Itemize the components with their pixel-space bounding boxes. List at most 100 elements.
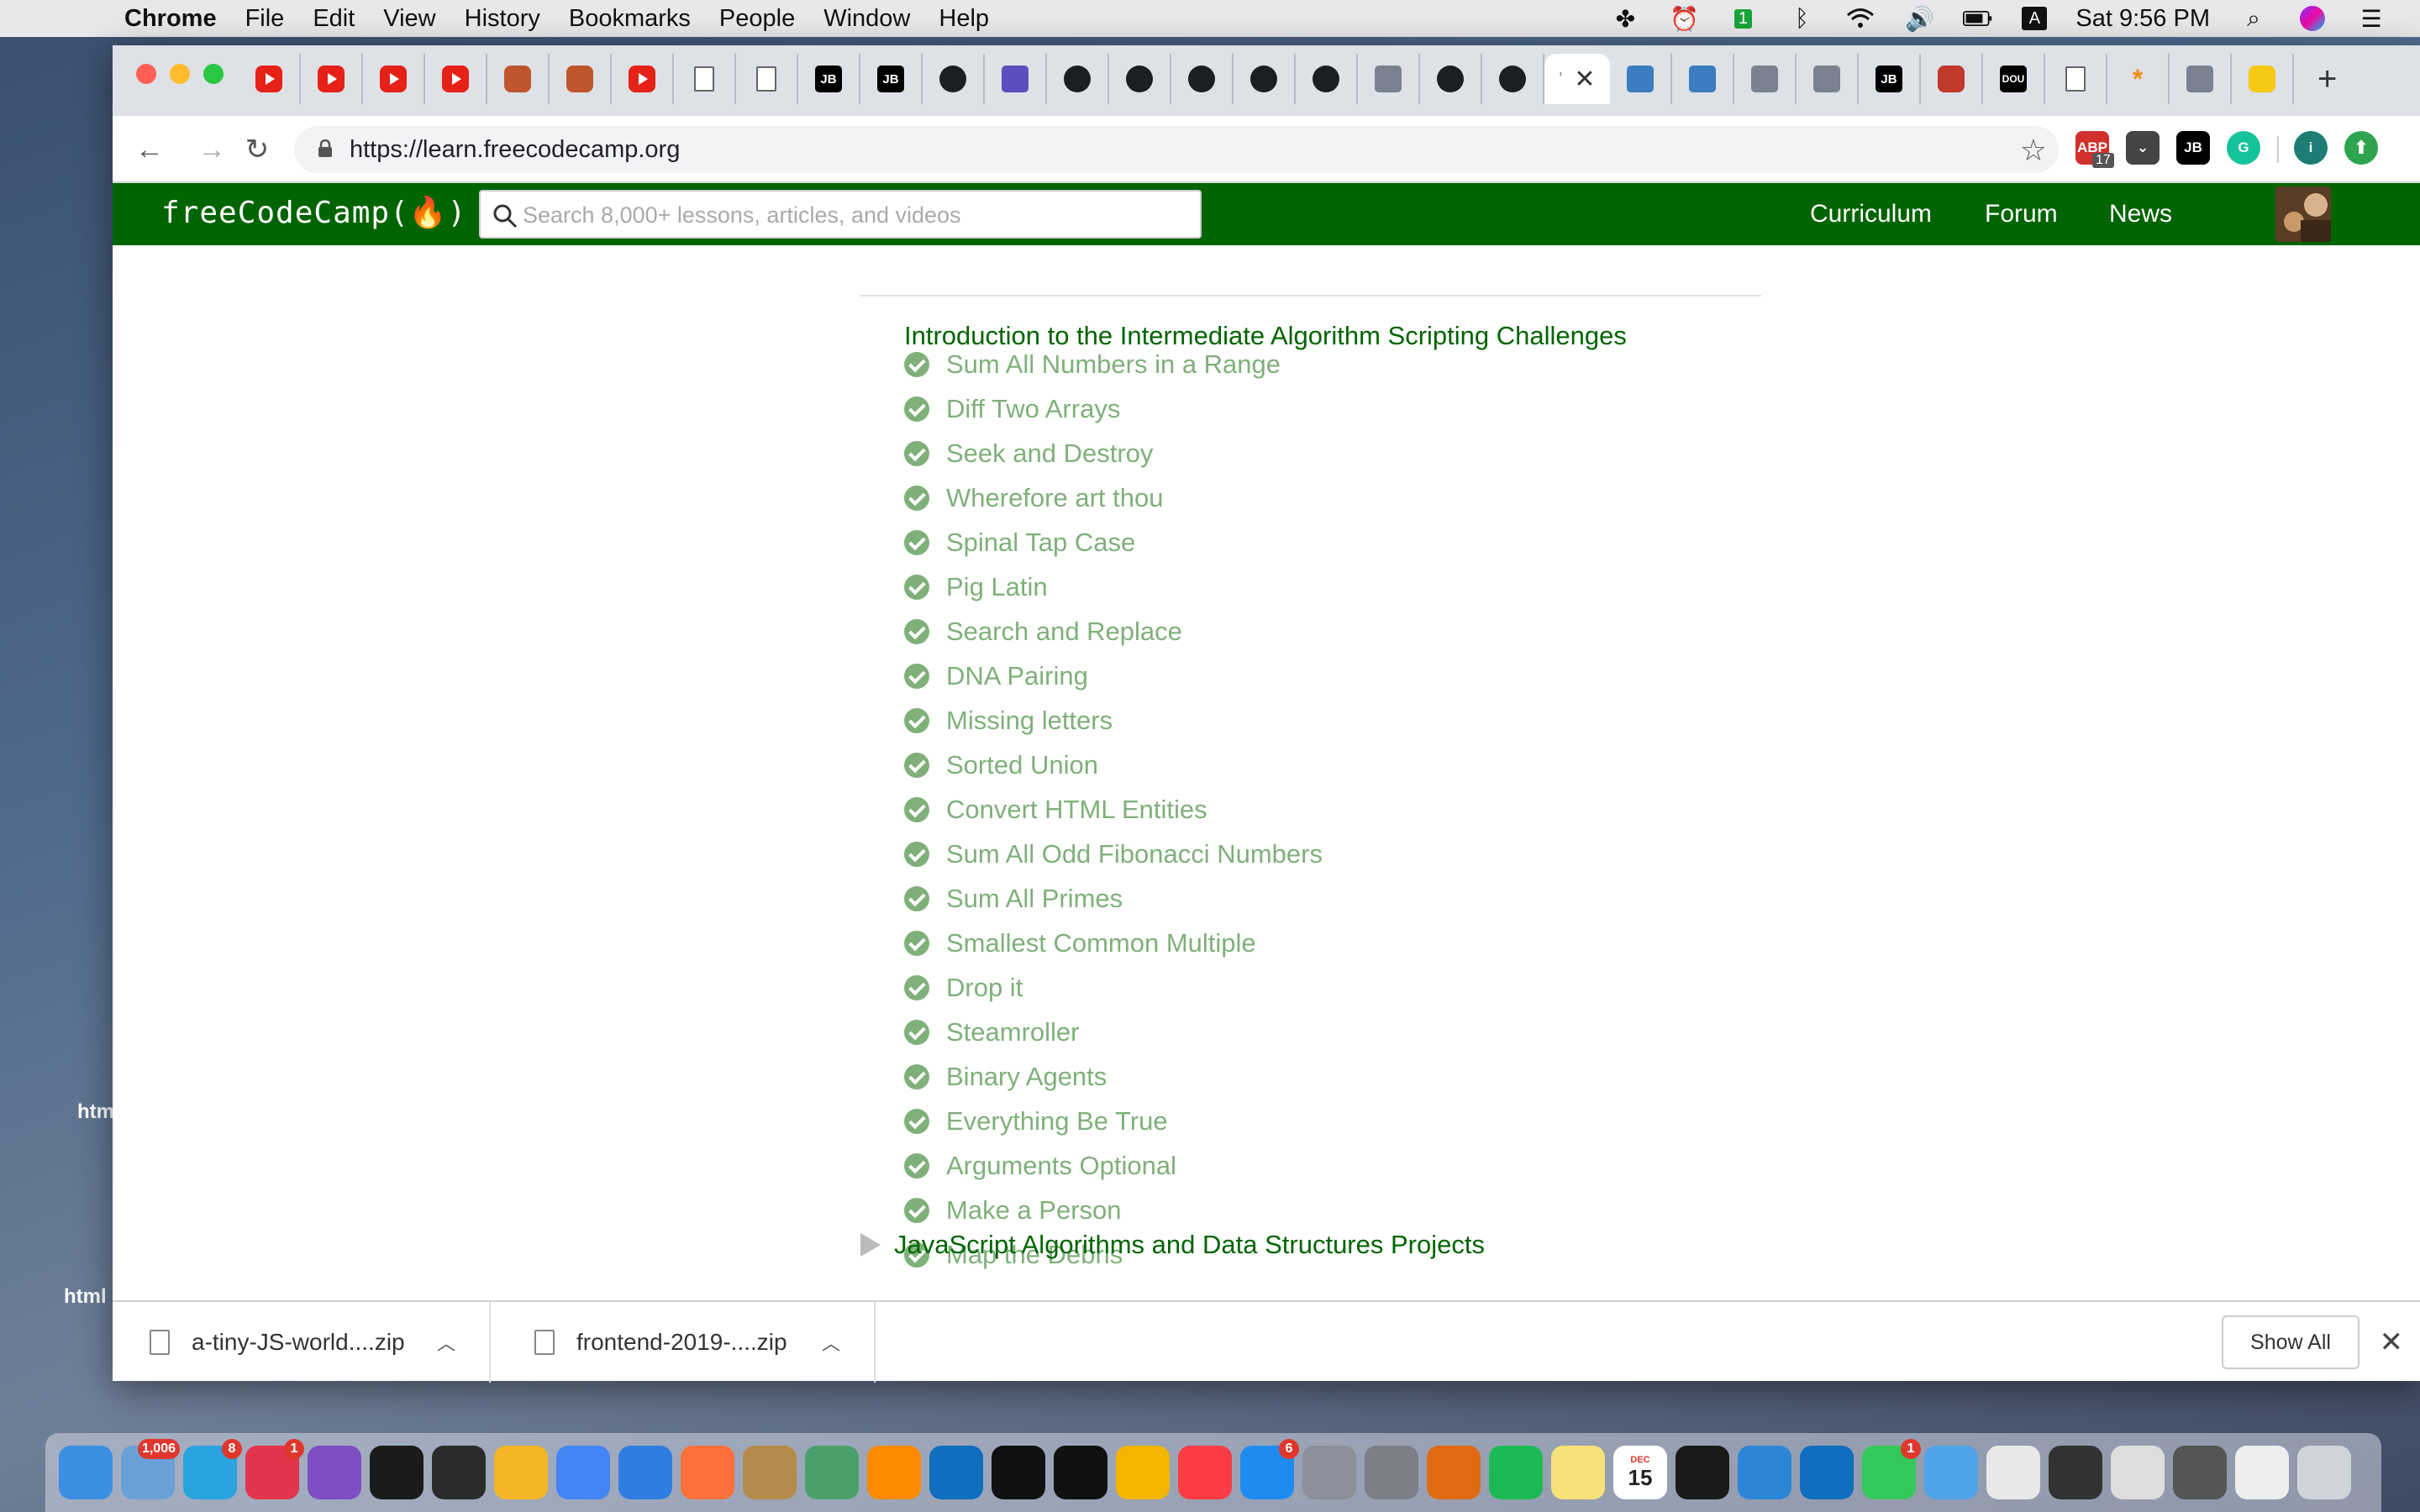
menu-chrome[interactable]: Chrome: [124, 5, 217, 33]
dock-preferences-icon[interactable]: [1365, 1446, 1418, 1499]
dock-music-icon[interactable]: [1178, 1446, 1232, 1499]
tab[interactable]: [487, 54, 550, 104]
dock-launchpad-icon[interactable]: [1302, 1446, 1356, 1499]
dock-telegram-icon[interactable]: 8: [183, 1439, 242, 1499]
dock-markdown-icon[interactable]: [1738, 1446, 1791, 1499]
new-tab-button[interactable]: +: [2317, 60, 2337, 98]
challenge-item[interactable]: Pig Latin: [904, 570, 1048, 604]
tab[interactable]: [923, 54, 985, 104]
menu-view[interactable]: View: [383, 5, 435, 33]
dock-vscode-icon[interactable]: [929, 1446, 983, 1499]
dock-pycharm-icon[interactable]: [1054, 1446, 1107, 1499]
show-all-button[interactable]: Show All: [2222, 1315, 2360, 1369]
tab[interactable]: [2045, 54, 2107, 104]
tab[interactable]: *: [2107, 54, 2170, 104]
dock-window-3-icon[interactable]: [2111, 1446, 2165, 1499]
window-zoom-button[interactable]: [203, 64, 224, 84]
collapsed-section[interactable]: JavaScript Algorithms and Data Structure…: [860, 1230, 1485, 1260]
menubar-clock[interactable]: Sat 9:56 PM: [2075, 5, 2210, 33]
tab[interactable]: [425, 54, 487, 104]
challenge-item[interactable]: Drop it: [904, 971, 1023, 1005]
challenge-item[interactable]: Make a Person: [904, 1194, 1122, 1227]
download-item[interactable]: a-tiny-JS-world....zip ︿: [113, 1302, 492, 1383]
fcc-logo[interactable]: freeCodeCamp(🔥): [161, 195, 466, 230]
tab[interactable]: [1734, 54, 1797, 104]
battery-icon[interactable]: [1963, 7, 1993, 30]
dock-window-2-icon[interactable]: [2049, 1446, 2102, 1499]
dock-trash-icon[interactable]: [2297, 1446, 2351, 1499]
menu-file[interactable]: File: [245, 5, 285, 33]
tab[interactable]: [301, 54, 363, 104]
window-close-button[interactable]: [136, 64, 156, 84]
tab[interactable]: [2232, 54, 2294, 104]
tab[interactable]: [736, 54, 798, 104]
notification-center-icon[interactable]: ☰: [2356, 6, 2386, 32]
dock-webstorm-icon[interactable]: [992, 1446, 1045, 1499]
dock-photos-icon[interactable]: [1116, 1446, 1170, 1499]
dock-finder-icon[interactable]: [59, 1446, 113, 1499]
challenge-item[interactable]: Convert HTML Entities: [904, 793, 1207, 827]
dock-app-icon[interactable]: 1: [245, 1439, 304, 1499]
tab[interactable]: [1234, 54, 1296, 104]
tab[interactable]: [1420, 54, 1482, 104]
dock-terminal-2-icon[interactable]: [432, 1446, 486, 1499]
tab[interactable]: [1610, 54, 1672, 104]
dock-spotify-icon[interactable]: [1489, 1446, 1543, 1499]
tab[interactable]: [1358, 54, 1420, 104]
wifi-icon[interactable]: [1845, 7, 1876, 30]
siri-icon[interactable]: [2297, 6, 2328, 31]
menu-bookmarks[interactable]: Bookmarks: [569, 5, 691, 33]
tab-active[interactable]: ' ✕: [1544, 54, 1610, 104]
challenge-item[interactable]: Spinal Tap Case: [904, 526, 1135, 559]
challenge-item[interactable]: Seek and Destroy: [904, 437, 1153, 470]
tab[interactable]: [612, 54, 674, 104]
dock-window-4-icon[interactable]: [2173, 1446, 2227, 1499]
forward-button[interactable]: →: [193, 131, 230, 168]
tab[interactable]: [1296, 54, 1358, 104]
menu-people[interactable]: People: [719, 5, 795, 33]
challenge-item[interactable]: Diff Two Arrays: [904, 392, 1120, 426]
dock-folder-icon[interactable]: [1924, 1446, 1978, 1499]
challenge-item[interactable]: Search and Replace: [904, 615, 1182, 648]
challenge-item[interactable]: Wherefore art thou: [904, 481, 1163, 515]
dock-vlc-icon[interactable]: [1427, 1446, 1481, 1499]
search-input[interactable]: [523, 198, 1186, 232]
tab[interactable]: [985, 54, 1047, 104]
close-icon[interactable]: ✕: [2380, 1326, 2404, 1359]
reload-button[interactable]: ↻: [239, 131, 276, 168]
bookmark-star-icon[interactable]: ☆: [2020, 133, 2047, 168]
dock-terminal-icon[interactable]: [370, 1446, 424, 1499]
challenge-item[interactable]: Everything Be True: [904, 1105, 1168, 1138]
tab[interactable]: JB: [798, 54, 860, 104]
window-minimize-button[interactable]: [170, 64, 190, 84]
tab[interactable]: [2170, 54, 2232, 104]
challenge-item[interactable]: Sorted Union: [904, 748, 1098, 782]
dock-viber-icon[interactable]: [308, 1446, 361, 1499]
intro-link[interactable]: Introduction to the Intermediate Algorit…: [904, 321, 1627, 351]
dock-sublime-icon[interactable]: [867, 1446, 921, 1499]
tab[interactable]: [1482, 54, 1544, 104]
menu-history[interactable]: History: [465, 5, 540, 33]
dock-chromium-icon[interactable]: [494, 1446, 548, 1499]
dock-facetime-icon[interactable]: 1: [1862, 1439, 1921, 1499]
dock-calendar-icon[interactable]: DEC 15: [1613, 1446, 1667, 1499]
challenge-item[interactable]: Missing letters: [904, 704, 1113, 738]
menu-window[interactable]: Window: [823, 5, 910, 33]
dock-vscode-2-icon[interactable]: [1800, 1446, 1854, 1499]
input-source-icon[interactable]: A: [2022, 7, 2048, 30]
dock-chrome-icon[interactable]: [556, 1446, 610, 1499]
tab[interactable]: [1921, 54, 1983, 104]
challenge-item[interactable]: Smallest Common Multiple: [904, 927, 1256, 960]
chevron-up-icon[interactable]: ︿: [437, 1329, 455, 1356]
activity-monitor-icon[interactable]: 1: [1728, 7, 1758, 30]
dock-activity-icon[interactable]: [1676, 1446, 1729, 1499]
challenge-item[interactable]: Binary Agents: [904, 1060, 1107, 1094]
grammarly-extension-icon[interactable]: G: [2227, 131, 2260, 165]
challenge-item[interactable]: Steamroller: [904, 1016, 1080, 1049]
back-button[interactable]: ←: [131, 131, 168, 168]
fcc-search-box[interactable]: [479, 190, 1202, 239]
tab[interactable]: JB: [1859, 54, 1921, 104]
tab[interactable]: JB: [860, 54, 923, 104]
desktop-file-label[interactable]: htm: [77, 1100, 114, 1124]
user-avatar[interactable]: [2275, 186, 2331, 242]
